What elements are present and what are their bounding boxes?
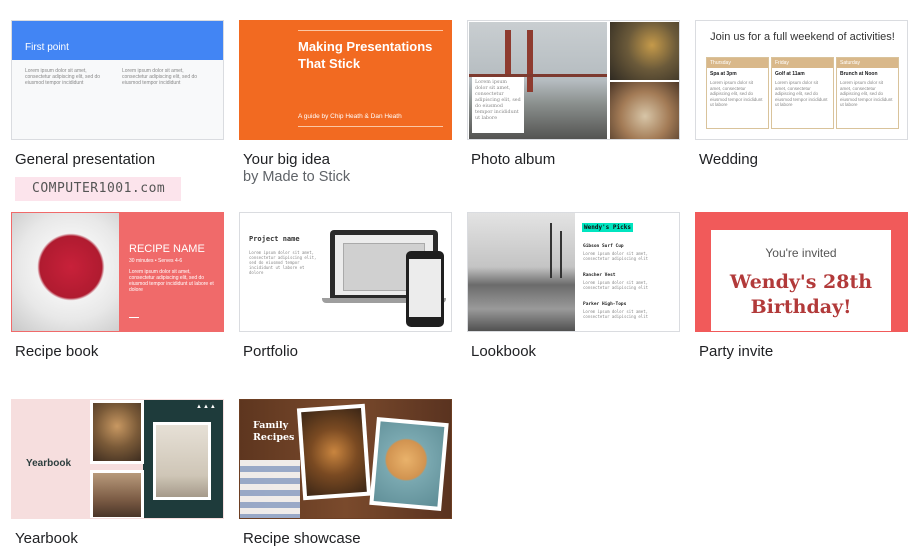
triangle-decor: ▲▲▲: [196, 404, 217, 410]
thumb-title: Wendy's Picks: [582, 223, 633, 232]
thumb-title: Making Presentations That Stick: [298, 39, 433, 71]
phone-screen: [409, 259, 441, 317]
template-label: Recipe showcase: [243, 530, 361, 547]
lookbook-item: Gibson Surf Cup: [583, 244, 624, 249]
raspberry-photo: [12, 213, 119, 331]
thumb-body: Lorem ipsum dolor sit amet, consectetur …: [129, 269, 214, 293]
photo-caption: Lorem ipsum dolor sit amet, consectetur …: [475, 80, 521, 121]
template-thumbnail[interactable]: Lorem ipsum dolor sit amet, consectetur …: [467, 20, 680, 140]
thumb-body-left: Lorem ipsum dolor sit amet, consectetur …: [25, 68, 101, 86]
day-header: Saturday: [837, 58, 898, 68]
leaf-photo: [610, 22, 679, 80]
thumb-title: Join us for a full weekend of activities…: [710, 31, 895, 43]
palm-tree: [560, 231, 562, 278]
template-thumbnail[interactable]: You're invited Wendy's 28th Birthday!: [695, 212, 908, 332]
photo-frame: [90, 400, 144, 464]
title-bar: [12, 21, 223, 60]
template-author: by Made to Stick: [243, 169, 351, 185]
table-photo: [610, 82, 679, 139]
template-thumbnail[interactable]: Project name Lorem ipsum dolor sit amet,…: [239, 212, 452, 332]
template-thumbnail[interactable]: Wendy's Picks Gibson Surf Cup Lorem ipsu…: [467, 212, 680, 332]
thumb-subtitle: Wendy's 28th Birthday!: [729, 271, 873, 318]
thumb-body: Lorem ipsum dolor sit amet, consectetur …: [249, 250, 317, 275]
thumb-subtitle: 30 minutes • Serves 4-6: [129, 258, 183, 264]
thumb-body-right: Lorem ipsum dolor sit amet, consectetur …: [122, 68, 198, 86]
phone-icon: [406, 251, 444, 327]
watermark-banner: COMPUTER1001.com: [15, 177, 181, 201]
rule-line: [298, 126, 443, 127]
thumb-title: Project name: [249, 235, 300, 243]
accent-dash: [129, 317, 139, 318]
day-header: Thursday: [707, 58, 768, 68]
day-header: Friday: [772, 58, 833, 68]
bread-photo: [301, 408, 367, 496]
portrait-photo: [93, 403, 141, 461]
template-label: Yearbook: [15, 530, 78, 547]
day-body: Lorem ipsum dolor sit amet, consectetur …: [840, 80, 893, 107]
day-event: Spa at 3pm: [710, 71, 737, 77]
template-label: General presentation: [15, 151, 156, 168]
day-column: Friday Golf at 11am Lorem ipsum dolor si…: [771, 57, 834, 129]
template-label: Recipe book: [15, 343, 99, 360]
template-thumbnail[interactable]: Join us for a full weekend of activities…: [695, 20, 908, 140]
template-thumbnail[interactable]: Making Presentations That Stick A guide …: [239, 20, 452, 140]
thumb-title: RECIPE NAME: [129, 243, 205, 255]
lookbook-item: Rancher Vest: [583, 273, 616, 278]
template-thumbnail[interactable]: Yearbook ▲▲▲: [11, 399, 224, 519]
thumb-subtitle: A guide by Chip Heath & Dan Heath: [298, 113, 402, 120]
arches-photo: [93, 473, 141, 517]
day-event: Brunch at Noon: [840, 71, 878, 77]
gingham-cloth: [240, 460, 300, 518]
thumb-title: First point: [25, 42, 69, 53]
day-body: Lorem ipsum dolor sit amet, consectetur …: [710, 80, 763, 107]
day-column: Thursday Spa at 3pm Lorem ipsum dolor si…: [706, 57, 769, 129]
skatepark-photo: [468, 213, 575, 331]
bridge-tower: [527, 30, 533, 92]
photo-frame: [296, 403, 372, 501]
caption-box: Lorem ipsum dolor sit amet, consectetur …: [472, 77, 524, 133]
template-thumbnail[interactable]: RECIPE NAME 30 minutes • Serves 4-6 Lore…: [11, 212, 224, 332]
photo-frame: [153, 422, 211, 500]
template-label: Party invite: [699, 343, 774, 360]
template-label: Photo album: [471, 151, 556, 168]
template-thumbnail[interactable]: Family Recipes: [239, 399, 452, 519]
thumb-title: You're invited: [765, 246, 837, 260]
lookbook-item-body: Lorem ipsum dolor sit amet, consectetur …: [583, 280, 649, 290]
thumb-title: Yearbook: [26, 458, 72, 469]
template-label: Portfolio: [243, 343, 299, 360]
pie-photo: [373, 421, 445, 507]
skater-photo: [156, 425, 208, 497]
day-event: Golf at 11am: [775, 71, 805, 77]
invite-card: You're invited Wendy's 28th Birthday!: [711, 230, 891, 331]
day-body: Lorem ipsum dolor sit amet, consectetur …: [775, 80, 828, 107]
rule-line: [298, 30, 443, 31]
day-column: Saturday Brunch at Noon Lorem ipsum dolo…: [836, 57, 899, 129]
photo-frame: [369, 417, 449, 511]
thumb-title: Family Recipes: [253, 420, 295, 443]
template-label: Your big idea: [243, 151, 331, 168]
lookbook-item-body: Lorem ipsum dolor sit amet, consectetur …: [583, 309, 649, 319]
lookbook-item: Parker High-Tops: [583, 302, 627, 307]
palm-tree: [550, 223, 552, 278]
photo-frame: [90, 470, 144, 518]
template-label: Wedding: [699, 151, 758, 168]
template-label: Lookbook: [471, 343, 537, 360]
template-thumbnail[interactable]: First point Lorem ipsum dolor sit amet, …: [11, 20, 224, 140]
lookbook-item-body: Lorem ipsum dolor sit amet, consectetur …: [583, 251, 649, 261]
